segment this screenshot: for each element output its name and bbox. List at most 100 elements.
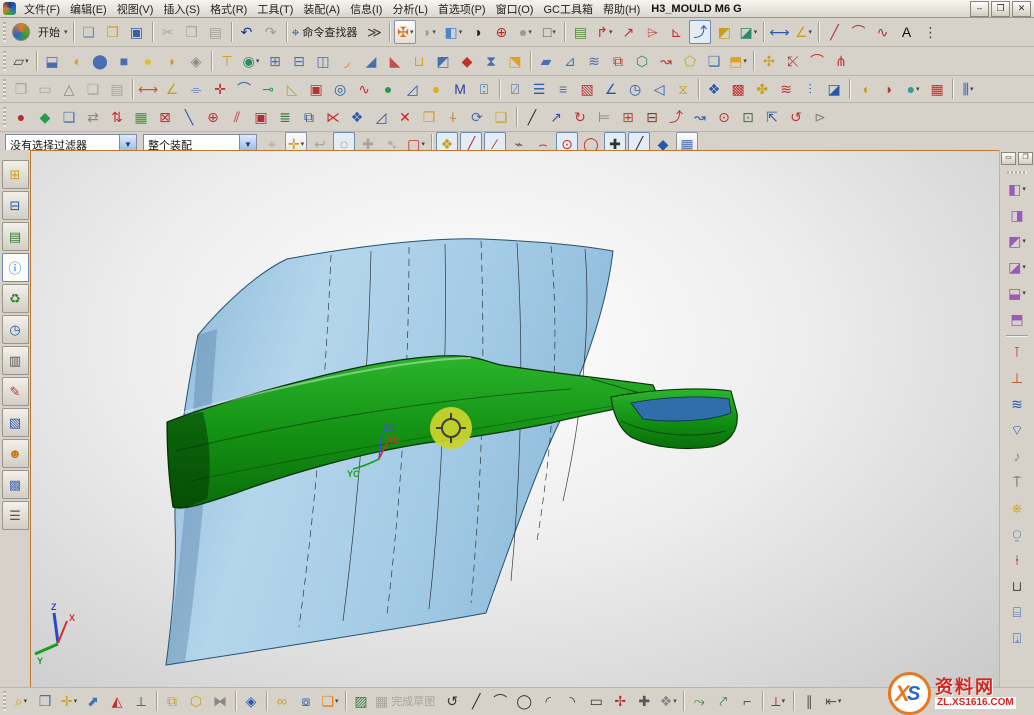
- rotate-about-line-icon[interactable]: ↻: [569, 105, 591, 129]
- point-constructor-icon[interactable]: ⌲: [641, 20, 663, 44]
- assembly-constraints-icon[interactable]: ⟂: [130, 689, 152, 713]
- arrangements-icon[interactable]: ❏▾: [319, 689, 341, 713]
- face-curvature-icon[interactable]: ▩: [727, 77, 749, 101]
- selection-ball-cursor[interactable]: [430, 407, 472, 449]
- trim-body-icon[interactable]: ◫: [312, 49, 334, 73]
- sketch-rectangle-icon[interactable]: ▭: [585, 689, 607, 713]
- move-to-layer-icon[interactable]: ⧉: [298, 105, 320, 129]
- roles-tab[interactable]: ☻: [2, 439, 29, 468]
- parallel-constraint-icon[interactable]: ∥: [798, 689, 820, 713]
- menu-analysis[interactable]: 分析(L): [388, 0, 431, 21]
- tolerance-triangle-icon[interactable]: △: [58, 77, 80, 101]
- text-icon[interactable]: A: [895, 20, 917, 44]
- measure-body-icon[interactable]: ⊸: [257, 77, 279, 101]
- color-cube-icon[interactable]: ▧: [576, 77, 598, 101]
- spreadsheet-icon[interactable]: ⍁: [504, 77, 526, 101]
- sketch-task-icon[interactable]: ▨: [350, 689, 372, 713]
- toolbar-overflow-icon[interactable]: ≫: [363, 20, 385, 44]
- measure-length-icon[interactable]: ⌯: [185, 77, 207, 101]
- pull-face-icon[interactable]: ⇅: [106, 105, 128, 129]
- cavity-pocket-icon[interactable]: ⊔: [1004, 574, 1030, 598]
- menu-preferences[interactable]: 首选项(P): [434, 0, 490, 21]
- pattern-grid-icon[interactable]: ⊡: [737, 105, 759, 129]
- viewport-restore-icon[interactable]: ▭: [1001, 152, 1016, 165]
- translate-icon[interactable]: ╱: [521, 105, 543, 129]
- color-legend-icon[interactable]: ●: [377, 77, 399, 101]
- measure-distance-icon[interactable]: ⟷: [137, 77, 159, 101]
- create-new-parent-icon[interactable]: ⬡: [185, 689, 207, 713]
- dynamic-csys-icon[interactable]: ⤴: [689, 20, 711, 44]
- ruled-surface-icon[interactable]: ⊿: [559, 49, 581, 73]
- runner-icon[interactable]: ♪: [1004, 444, 1030, 468]
- see-thru-glasses-icon[interactable]: ◩: [713, 20, 735, 44]
- menu-insert[interactable]: 插入(S): [159, 0, 204, 21]
- open-component-icon[interactable]: ❒: [34, 689, 56, 713]
- datum-csys-icon[interactable]: ↱▾: [593, 20, 615, 44]
- sub-insert-icon[interactable]: ⌔: [1004, 418, 1030, 442]
- row1-overflow-icon[interactable]: ⋮: [919, 20, 941, 44]
- rainbow-sphere-icon[interactable]: ●▾: [902, 77, 924, 101]
- wcs-dynamics-icon[interactable]: ⊕: [202, 105, 224, 129]
- visualization-palette-tab[interactable]: ✎: [2, 377, 29, 406]
- command-finder-icon[interactable]: ⌖命令查找器: [291, 20, 362, 44]
- revolve-icon[interactable]: ◖: [65, 49, 87, 73]
- cylinder-icon[interactable]: ⬤: [89, 49, 111, 73]
- quick-trim-icon[interactable]: ⤳: [688, 689, 710, 713]
- templates-tab[interactable]: ☰: [2, 501, 29, 530]
- boolean-icon[interactable]: ◉▾: [240, 49, 262, 73]
- delete-icon[interactable]: ✕: [394, 105, 416, 129]
- menu-format[interactable]: 格式(R): [206, 0, 251, 21]
- assembly-sequence-icon[interactable]: ⧓: [209, 689, 231, 713]
- mold-cooling-icon[interactable]: ⎈: [1004, 496, 1030, 520]
- scene-editor-tab[interactable]: ▩: [2, 470, 29, 499]
- studio-surface-icon[interactable]: ⬡: [631, 49, 653, 73]
- measure-distance-icon[interactable]: ⟷: [768, 20, 790, 44]
- deform-body-icon[interactable]: ⊠: [154, 105, 176, 129]
- initialize-project-icon[interactable]: ◧▾: [1004, 177, 1030, 201]
- scale-object-icon[interactable]: ⊙: [713, 105, 735, 129]
- reference-set-icon[interactable]: ⧇: [295, 689, 317, 713]
- sketch-line-icon[interactable]: ╱: [465, 689, 487, 713]
- x-form-icon[interactable]: ✣: [758, 49, 780, 73]
- edit-pole-icon[interactable]: ⋔: [830, 49, 852, 73]
- swept-boss-icon[interactable]: ◗: [161, 49, 183, 73]
- internet-explorer-tab[interactable]: ⓘ: [2, 253, 29, 282]
- drag-object-icon[interactable]: ↝: [689, 105, 711, 129]
- gate-icon[interactable]: ⍑: [1004, 470, 1030, 494]
- hatch-icon[interactable]: ⫽: [226, 105, 248, 129]
- rectangular-array-icon[interactable]: ⊞: [617, 105, 639, 129]
- sketch-circle-icon[interactable]: ◯: [513, 689, 535, 713]
- rotate-object-icon[interactable]: ❖: [346, 105, 368, 129]
- layer-settings-icon[interactable]: ≣: [274, 105, 296, 129]
- point-to-point-icon[interactable]: ↗: [545, 105, 567, 129]
- unite-icon[interactable]: ⊞: [264, 49, 286, 73]
- mold-drawing-icon[interactable]: ⍗: [1004, 626, 1030, 650]
- ejector-pin-icon[interactable]: ⊥: [1004, 366, 1030, 390]
- studio-spline-icon[interactable]: ∿: [871, 20, 893, 44]
- sketch-constraints-icon[interactable]: ⟂▾: [767, 689, 789, 713]
- mirror-assembly-icon[interactable]: ◭: [106, 689, 128, 713]
- add-component-icon[interactable]: ✛▾: [58, 689, 80, 713]
- csys-constructor-icon[interactable]: ⊾: [665, 20, 687, 44]
- four-point-surface-icon[interactable]: ▰: [535, 49, 557, 73]
- find-component-icon[interactable]: ⌕▾: [10, 689, 32, 713]
- rotate-view-icon[interactable]: ⊕: [490, 20, 512, 44]
- books-icon[interactable]: ⫼▾: [957, 77, 979, 101]
- display-object-icon[interactable]: ●: [10, 105, 32, 129]
- sphere-icon[interactable]: ●: [137, 49, 159, 73]
- thicken-icon[interactable]: ⬒▾: [727, 49, 749, 73]
- distance-analysis-icon[interactable]: ✤: [751, 77, 773, 101]
- 3d-viewport[interactable]: ZC XC YC Z X Y: [30, 150, 1000, 688]
- reflection-analysis-icon[interactable]: ≋: [775, 77, 797, 101]
- measure-point-icon[interactable]: ✛: [209, 77, 231, 101]
- curve-analysis-icon[interactable]: ∿: [353, 77, 375, 101]
- display-mode-icon[interactable]: ◑: [466, 20, 488, 44]
- background-icon[interactable]: □▾: [538, 20, 560, 44]
- redo-icon[interactable]: ↷: [260, 20, 282, 44]
- make-corner-icon[interactable]: ⌐: [736, 689, 758, 713]
- cycle-icon[interactable]: ↺: [785, 105, 807, 129]
- menu-file[interactable]: 文件(F): [20, 0, 64, 21]
- section-analysis-icon[interactable]: ◎: [329, 77, 351, 101]
- measure-angle-icon[interactable]: ∠▾: [792, 20, 814, 44]
- fit-view-icon[interactable]: ✠▾: [394, 20, 416, 44]
